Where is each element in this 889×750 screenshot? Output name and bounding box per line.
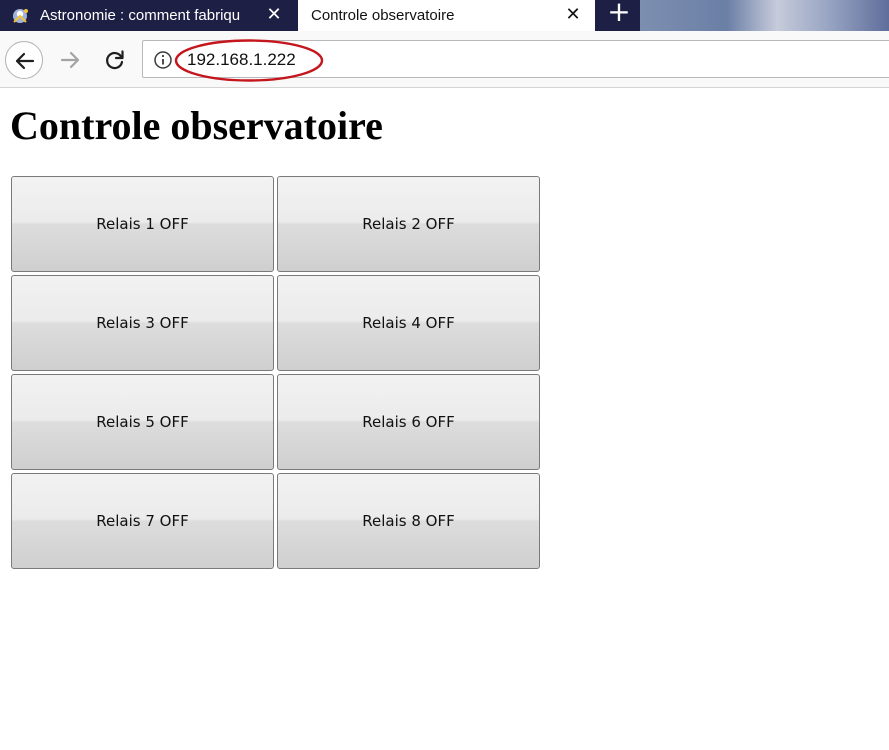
navigation-bar: 192.168.1.222 <box>0 31 889 88</box>
close-tab-icon[interactable]: ✕ <box>563 5 583 25</box>
relay-8-button[interactable]: Relais 8 OFF <box>277 473 540 569</box>
url-highlight-ellipse <box>174 39 324 82</box>
reload-button[interactable] <box>96 41 134 79</box>
arrow-right-icon <box>60 51 80 69</box>
tab-controle-observatoire[interactable]: Controle observatoire ✕ <box>298 0 595 31</box>
relay-3-button[interactable]: Relais 3 OFF <box>11 275 274 371</box>
page-content: Controle observatoire Relais 1 OFF Relai… <box>0 88 889 750</box>
info-icon[interactable] <box>153 50 173 70</box>
page-title: Controle observatoire <box>10 103 383 148</box>
close-tab-icon[interactable]: ✕ <box>264 5 284 25</box>
reload-icon <box>106 50 124 70</box>
relay-4-button[interactable]: Relais 4 OFF <box>277 275 540 371</box>
relay-5-button[interactable]: Relais 5 OFF <box>11 374 274 470</box>
tab-astronomie[interactable]: Astronomie : comment fabriqu ✕ <box>0 0 298 31</box>
forward-button[interactable] <box>52 41 90 79</box>
relay-grid: Relais 1 OFF Relais 2 OFF Relais 3 OFF R… <box>11 176 542 574</box>
back-button[interactable] <box>5 41 43 79</box>
tabstrip-background <box>640 0 889 31</box>
arrow-left-icon <box>15 52 35 70</box>
relay-6-button[interactable]: Relais 6 OFF <box>277 374 540 470</box>
relay-7-button[interactable]: Relais 7 OFF <box>11 473 274 569</box>
new-tab-plus-icon[interactable]: + <box>604 0 634 28</box>
astronaut-favicon-icon <box>13 9 28 23</box>
tab-strip: Astronomie : comment fabriqu ✕ Controle … <box>0 0 889 31</box>
relay-2-button[interactable]: Relais 2 OFF <box>277 176 540 272</box>
relay-1-button[interactable]: Relais 1 OFF <box>11 176 274 272</box>
tab-title: Controle observatoire <box>311 7 455 24</box>
tab-title: Astronomie : comment fabriqu <box>40 7 241 24</box>
